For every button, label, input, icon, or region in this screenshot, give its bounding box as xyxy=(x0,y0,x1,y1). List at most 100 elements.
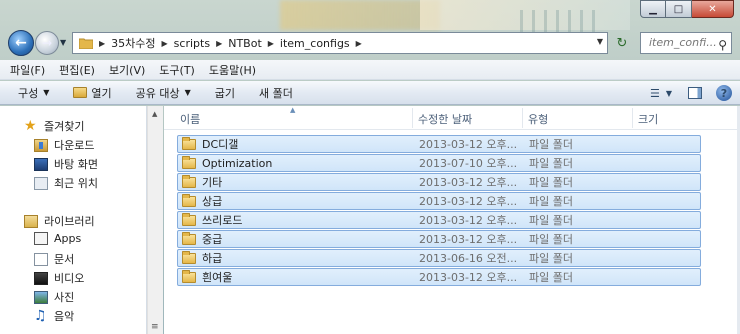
file-date: 2013-03-12 오후... xyxy=(419,176,518,189)
list-item[interactable]: 상급 2013-03-12 오후... 파일 폴더 xyxy=(177,192,701,210)
list-item[interactable]: Optimization 2013-07-10 오후... 파일 폴더 xyxy=(177,154,701,172)
video-icon xyxy=(34,271,48,285)
burn-button[interactable]: 굽기 xyxy=(215,85,235,101)
nav-label: 즐겨찾기 xyxy=(44,120,85,133)
breadcrumb-item[interactable]: item_configs xyxy=(280,37,350,50)
folder-icon xyxy=(182,174,196,188)
file-type: 파일 폴더 xyxy=(529,176,573,189)
menu-help[interactable]: 도움말(H) xyxy=(209,62,256,78)
nav-documents[interactable]: 문서 xyxy=(34,251,74,267)
chevron-down-icon[interactable]: ▼ xyxy=(666,89,672,98)
file-name: DC디갤 xyxy=(202,138,239,151)
downloads-icon xyxy=(34,138,48,152)
column-header: ▲ 이름 수정한 날짜 유형 크기 xyxy=(164,106,740,130)
back-arrow-icon[interactable]: ← xyxy=(8,30,34,56)
desktop-icon xyxy=(34,157,48,171)
open-button[interactable]: 열기 xyxy=(73,85,112,101)
search-icon[interactable]: ⚲ xyxy=(718,35,727,53)
breadcrumb-item[interactable]: scripts xyxy=(174,37,210,50)
file-type: 파일 폴더 xyxy=(529,195,573,208)
list-item[interactable]: 하급 2013-06-16 오전... 파일 폴더 xyxy=(177,249,701,267)
file-date: 2013-03-12 오후... xyxy=(419,214,518,227)
forward-arrow-icon[interactable]: → xyxy=(35,31,59,55)
nav-music[interactable]: ♫ 음악 xyxy=(34,308,74,324)
list-item[interactable]: DC디갤 2013-03-12 오후... 파일 폴더 xyxy=(177,135,701,153)
chevron-right-icon[interactable]: ▶ xyxy=(162,39,168,48)
preview-pane-icon[interactable] xyxy=(688,87,702,99)
file-type: 파일 폴더 xyxy=(529,271,573,284)
list-item[interactable]: 흰여울 2013-03-12 오후... 파일 폴더 xyxy=(177,268,701,286)
view-options-icon[interactable]: ☰ xyxy=(650,87,660,100)
file-name: 기타 xyxy=(202,176,223,189)
scroll-thumb-icon[interactable]: ≡ xyxy=(151,322,159,332)
file-name: 하급 xyxy=(202,252,223,265)
address-bar[interactable]: ▶ 35차수정 ▶ scripts ▶ NTBot ▶ item_configs… xyxy=(72,32,608,54)
column-divider[interactable] xyxy=(632,108,633,128)
refresh-icon[interactable]: ↻ xyxy=(610,32,634,54)
breadcrumb-item[interactable]: NTBot xyxy=(228,37,262,50)
maximize-button[interactable]: □ xyxy=(666,0,692,18)
search-input[interactable]: item_confi... ⚲ xyxy=(640,32,732,54)
folder-icon xyxy=(182,212,196,226)
recent-pages-dropdown-icon[interactable]: ▼ xyxy=(60,38,66,47)
nav-label: 문서 xyxy=(54,253,75,266)
column-modified[interactable]: 수정한 날짜 xyxy=(418,111,472,127)
chevron-down-icon[interactable]: ▼ xyxy=(597,37,603,46)
column-type[interactable]: 유형 xyxy=(528,111,548,127)
column-divider[interactable] xyxy=(522,108,523,128)
nav-label: 최근 위치 xyxy=(54,177,98,190)
navigation-pane: ★ 즐겨찾기 다운로드 바탕 화면 최근 위치 라이브러리 Apps 문서 비디… xyxy=(0,106,147,334)
list-item[interactable]: 중급 2013-03-12 오후... 파일 폴더 xyxy=(177,230,701,248)
nav-label: 비디오 xyxy=(54,272,85,285)
nav-libraries[interactable]: 라이브러리 xyxy=(24,213,95,229)
nav-downloads[interactable]: 다운로드 xyxy=(34,137,94,153)
menu-edit[interactable]: 편집(E) xyxy=(59,62,95,78)
nav-desktop[interactable]: 바탕 화면 xyxy=(34,156,98,172)
list-item[interactable]: 기타 2013-03-12 오후... 파일 폴더 xyxy=(177,173,701,191)
share-button[interactable]: 공유 대상 ▼ xyxy=(136,85,191,101)
folder-icon xyxy=(182,193,196,207)
aero-background xyxy=(520,10,600,32)
nav-recent[interactable]: 최근 위치 xyxy=(34,175,98,191)
scroll-up-icon[interactable]: ▲ xyxy=(152,110,157,118)
apps-icon xyxy=(34,232,48,245)
chevron-right-icon[interactable]: ▶ xyxy=(268,39,274,48)
folder-icon xyxy=(182,155,196,169)
nav-pictures[interactable]: 사진 xyxy=(34,289,74,305)
nav-favorites[interactable]: ★ 즐겨찾기 xyxy=(24,118,84,134)
star-icon: ★ xyxy=(24,117,37,134)
organize-button[interactable]: 구성 ▼ xyxy=(18,85,49,101)
nav-label: 사진 xyxy=(54,291,75,304)
file-date: 2013-03-12 오후... xyxy=(419,271,518,284)
help-icon[interactable]: ? xyxy=(716,85,732,101)
column-size[interactable]: 크기 xyxy=(638,111,658,127)
nav-apps[interactable]: Apps xyxy=(34,232,81,245)
file-date: 2013-03-12 오후... xyxy=(419,195,518,208)
menu-file[interactable]: 파일(F) xyxy=(10,62,45,78)
chevron-right-icon[interactable]: ▶ xyxy=(216,39,222,48)
menu-view[interactable]: 보기(V) xyxy=(109,62,145,78)
nav-videos[interactable]: 비디오 xyxy=(34,270,84,286)
column-divider[interactable] xyxy=(412,108,413,128)
music-icon: ♫ xyxy=(34,307,47,324)
file-name: Optimization xyxy=(202,156,273,170)
column-name[interactable]: 이름 xyxy=(180,111,200,127)
menu-tools[interactable]: 도구(T) xyxy=(159,62,195,78)
list-item[interactable]: 쓰리로드 2013-03-12 오후... 파일 폴더 xyxy=(177,211,701,229)
nav-label: 음악 xyxy=(54,310,75,323)
aero-background xyxy=(280,0,440,30)
breadcrumb-item[interactable]: 35차수정 xyxy=(111,35,155,51)
file-list-pane: ▲ 이름 수정한 날짜 유형 크기 DC디갤 2013-03-12 오후... … xyxy=(164,106,740,334)
chevron-right-icon[interactable]: ▶ xyxy=(99,39,105,48)
new-folder-button[interactable]: 새 폴더 xyxy=(259,85,293,101)
file-type: 파일 폴더 xyxy=(529,233,573,246)
close-button[interactable]: ✕ xyxy=(692,0,734,18)
nav-label: 라이브러리 xyxy=(44,215,95,228)
navigation-scrollbar[interactable]: ▲ ≡ xyxy=(147,106,163,334)
file-date: 2013-07-10 오후... xyxy=(419,157,518,170)
command-bar: 구성 ▼ 열기 공유 대상 ▼ 굽기 새 폴더 ☰ ▼ ? xyxy=(0,81,740,105)
folder-icon xyxy=(182,231,196,245)
chevron-right-icon[interactable]: ▶ xyxy=(356,39,362,48)
minimize-button[interactable]: ▁ xyxy=(640,0,666,18)
file-type: 파일 폴더 xyxy=(529,157,573,170)
